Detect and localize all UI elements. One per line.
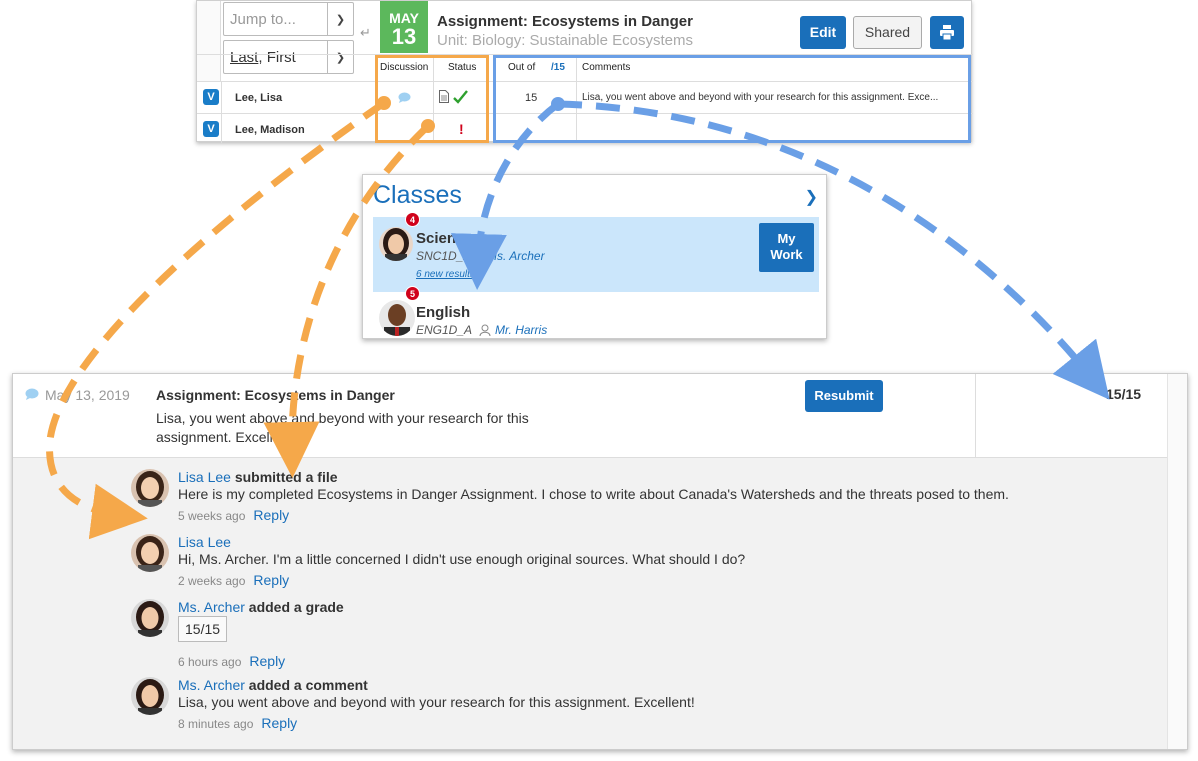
assignment-title: Assignment: Ecosystems in Danger	[156, 387, 395, 403]
author-link[interactable]: Ms. Archer	[178, 677, 245, 693]
grade-divider	[975, 374, 976, 458]
assignment-date: May 13, 2019	[45, 387, 130, 403]
class-row-science[interactable]: 4 Science SNC1D_A Ms. Archer 6 new resul…	[373, 212, 819, 292]
jump-to-select[interactable]: Jump to... ❯	[223, 2, 354, 36]
feed-time: 5 weeks ago	[178, 509, 246, 523]
student-view-badge[interactable]: V	[203, 89, 219, 105]
class-code: ENG1D_A	[416, 323, 473, 337]
print-icon	[940, 25, 954, 40]
feed-meta: 5 weeks ago Reply	[178, 507, 289, 523]
feed-header: Ms. Archer added a grade	[178, 599, 344, 615]
student-avatar	[131, 534, 169, 572]
column-divider	[221, 81, 222, 143]
chevron-right-icon[interactable]: ❯	[805, 187, 818, 207]
grade-display: 15/15	[1106, 386, 1142, 402]
teacher-comment: Lisa, you went above and beyond with you…	[156, 410, 529, 445]
date-day: 13	[391, 24, 417, 49]
student-name[interactable]: Lee, Lisa	[235, 92, 282, 104]
edit-button[interactable]: Edit	[800, 16, 846, 49]
assignment-unit: Unit: Biology: Sustainable Ecosystems	[437, 32, 693, 49]
return-arrow-icon[interactable]: ↵	[360, 25, 371, 41]
sort-order-label: Last, First	[224, 49, 327, 66]
my-work-label-1: My	[777, 231, 796, 246]
print-button[interactable]	[930, 16, 964, 49]
feed-time: 2 weeks ago	[178, 574, 246, 588]
class-row-english[interactable]: 5 English ENG1D_A Mr. Harris	[373, 286, 819, 338]
chevron-down-icon[interactable]: ❯	[327, 3, 353, 35]
my-work-button[interactable]: My Work	[759, 223, 814, 272]
feed-action: added a grade	[244, 599, 344, 615]
gradebook-panel: Jump to... ❯ Last, First ❯ ↵ MAY 13 Assi…	[196, 0, 973, 143]
feed-action: added a comment	[244, 677, 368, 693]
reply-link[interactable]: Reply	[253, 572, 289, 588]
feed-header: Lisa Lee submitted a file	[178, 469, 338, 485]
sort-prefix: Last	[230, 48, 259, 66]
reply-link[interactable]: Reply	[249, 653, 285, 669]
shared-button[interactable]: Shared	[853, 16, 922, 49]
new-results-link[interactable]: 6 new results	[416, 269, 475, 280]
classes-title[interactable]: Classes	[373, 181, 462, 210]
notification-badge: 4	[405, 212, 420, 227]
author-link[interactable]: Lisa Lee	[178, 534, 231, 550]
chat-bubble-icon	[25, 388, 39, 400]
feed-body: Lisa, you went above and beyond with you…	[178, 694, 695, 710]
feed-header: Ms. Archer added a comment	[178, 677, 368, 693]
class-name: English	[416, 304, 471, 321]
notification-badge: 5	[405, 286, 420, 301]
grade-box: 15/15	[178, 616, 228, 642]
assignment-title: Assignment: Ecosystems in Danger	[437, 13, 693, 30]
assignment-date-badge: MAY 13	[380, 1, 428, 53]
feed-time: 8 minutes ago	[178, 717, 254, 731]
sort-suffix: , First	[258, 48, 296, 66]
assignment-summary: May 13, 2019 Assignment: Ecosystems in D…	[13, 374, 1167, 458]
scrollbar[interactable]	[1167, 374, 1187, 749]
score-comment-highlight	[493, 55, 971, 143]
class-teacher[interactable]: Mr. Harris	[495, 323, 547, 337]
reply-link[interactable]: Reply	[253, 507, 289, 523]
feed-meta: 2 weeks ago Reply	[178, 572, 289, 588]
teacher-icon	[479, 324, 491, 336]
feed-time: 6 hours ago	[178, 655, 242, 669]
teacher-avatar	[379, 300, 415, 336]
teacher-avatar	[131, 599, 169, 637]
feed-body: Hi, Ms. Archer. I'm a little concerned I…	[178, 551, 746, 567]
classes-widget: Classes ❯ 4 Science SNC1D_A Ms. Archer 6…	[362, 174, 827, 339]
feed-body: Here is my completed Ecosystems in Dange…	[178, 486, 1009, 502]
jump-to-placeholder: Jump to...	[230, 10, 296, 28]
class-teacher[interactable]: Ms. Archer	[487, 249, 545, 263]
feed-meta: 8 minutes ago Reply	[178, 715, 297, 731]
gradebook-left-gutter	[197, 1, 221, 81]
resubmit-button[interactable]: Resubmit	[805, 380, 883, 412]
my-work-label-2: Work	[770, 247, 803, 262]
author-link[interactable]: Lisa Lee	[178, 469, 231, 485]
class-name: Science	[416, 230, 473, 247]
feed-action: submitted a file	[230, 469, 338, 485]
teacher-avatar	[379, 227, 413, 261]
sort-order-select[interactable]: Last, First ❯	[223, 40, 354, 74]
teacher-icon	[473, 250, 485, 262]
chevron-down-icon[interactable]: ❯	[327, 41, 353, 73]
feed-meta: 6 hours ago Reply	[178, 653, 285, 669]
student-view-badge[interactable]: V	[203, 121, 219, 137]
teacher-avatar	[131, 677, 169, 715]
discussion-status-highlight	[375, 55, 489, 143]
student-assignment-view: May 13, 2019 Assignment: Ecosystems in D…	[12, 373, 1188, 750]
student-avatar	[131, 469, 169, 507]
feed-header: Lisa Lee	[178, 534, 231, 550]
student-name[interactable]: Lee, Madison	[235, 124, 305, 136]
class-code: SNC1D_A	[416, 249, 472, 263]
author-link[interactable]: Ms. Archer	[178, 599, 245, 615]
reply-link[interactable]: Reply	[261, 715, 297, 731]
